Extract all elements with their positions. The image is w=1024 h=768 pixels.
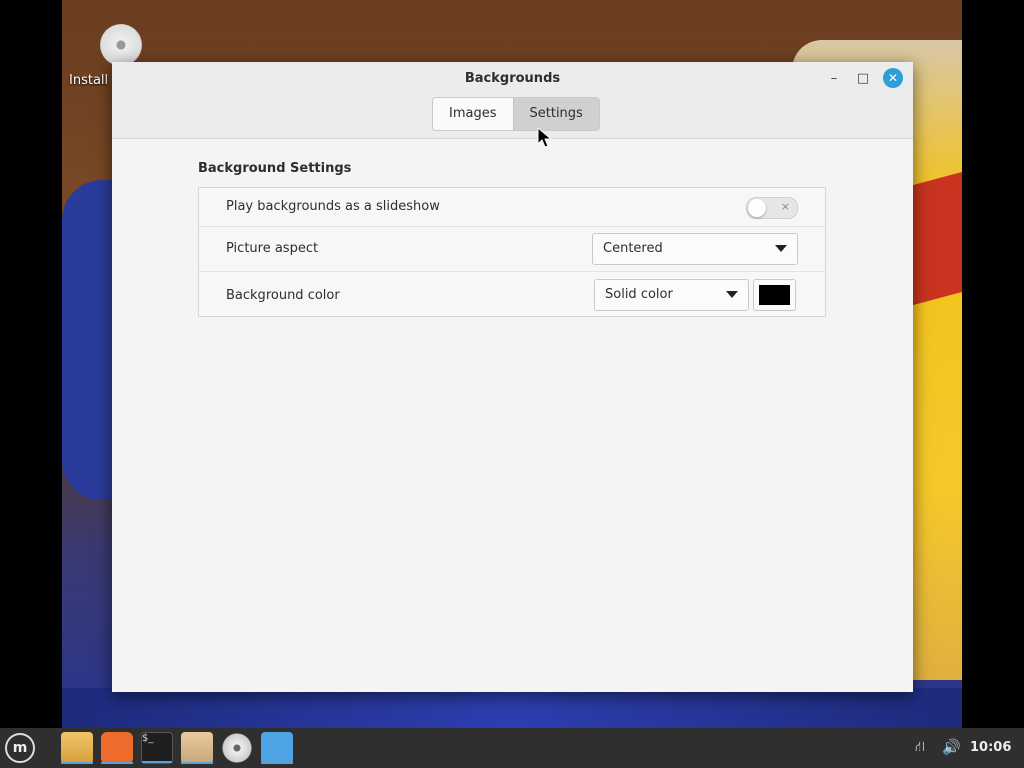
files-icon[interactable]: [61, 732, 93, 764]
settings-icon[interactable]: [261, 732, 293, 764]
terminal-icon[interactable]: $_: [141, 732, 173, 764]
titlebar[interactable]: Backgrounds – □ ✕ Images Settings: [112, 62, 913, 139]
background-color-row: Background color Solid color: [199, 272, 825, 316]
terminal-glyph: $_: [142, 733, 154, 744]
dropdown-arrow-icon: [726, 291, 738, 298]
volume-icon[interactable]: 🔊: [942, 738, 961, 756]
backgrounds-window: Backgrounds – □ ✕ Images Settings Backgr…: [107, 54, 918, 697]
picture-aspect-value: Centered: [603, 241, 663, 256]
taskbar: m $_ ⛙ 🔊 10:06: [0, 728, 1024, 768]
background-color-label: Background color: [226, 288, 340, 303]
tab-images[interactable]: Images: [433, 98, 513, 130]
network-icon[interactable]: ⛙: [915, 739, 925, 757]
tab-settings[interactable]: Settings: [512, 98, 599, 130]
tab-switcher: Images Settings: [432, 97, 600, 131]
desktop-icon-label[interactable]: Install: [69, 73, 108, 88]
toggle-knob: [748, 199, 766, 217]
picture-aspect-row: Picture aspect Centered: [199, 227, 825, 272]
settings-panel: Play backgrounds as a slideshow × Pictur…: [198, 187, 826, 317]
minimize-button[interactable]: –: [824, 68, 844, 88]
archive-icon[interactable]: [181, 732, 213, 764]
maximize-button[interactable]: □: [853, 68, 873, 88]
dropdown-arrow-icon: [775, 245, 787, 252]
slideshow-label: Play backgrounds as a slideshow: [226, 199, 440, 214]
settings-page: Background Settings Play backgrounds as …: [112, 139, 913, 692]
firefox-icon[interactable]: [101, 732, 133, 764]
window-title: Backgrounds: [464, 71, 561, 86]
color-mode-value: Solid color: [605, 287, 673, 302]
section-title: Background Settings: [198, 161, 352, 176]
install-disc-icon[interactable]: [100, 24, 142, 66]
color-mode-dropdown[interactable]: Solid color: [594, 279, 749, 311]
toggle-off-icon: ×: [780, 200, 790, 213]
color-swatch: [759, 285, 790, 305]
close-button[interactable]: ✕: [883, 68, 903, 88]
slideshow-row: Play backgrounds as a slideshow ×: [199, 188, 825, 227]
slideshow-toggle[interactable]: ×: [746, 197, 798, 219]
picture-aspect-dropdown[interactable]: Centered: [592, 233, 798, 265]
clock[interactable]: 10:06: [970, 740, 1011, 755]
start-menu-button[interactable]: m: [5, 733, 35, 763]
picture-aspect-label: Picture aspect: [226, 241, 319, 256]
color-picker-button[interactable]: [753, 279, 796, 311]
disc-icon[interactable]: [221, 732, 253, 764]
